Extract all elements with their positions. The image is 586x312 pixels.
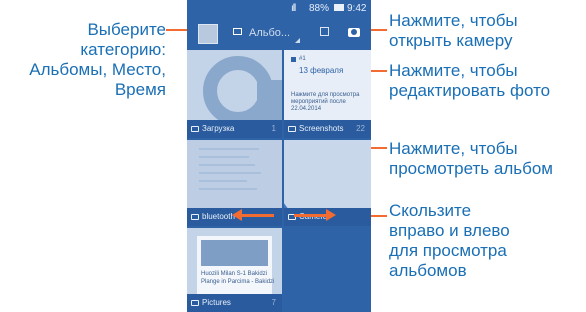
- card-note: мероприятий после 22.04.2014: [291, 99, 346, 112]
- callout-open-camera: Нажмите, чтобы открыть камеру: [389, 11, 584, 51]
- album-icon: [233, 28, 242, 35]
- callout-line: альбомов: [389, 261, 467, 280]
- callout-line: Время: [114, 80, 166, 99]
- signal-icon: ıll: [291, 3, 296, 14]
- camera-icon[interactable]: [348, 28, 360, 37]
- calendar-icon: [291, 57, 296, 62]
- album-count: 1: [271, 124, 276, 133]
- album-count: 7: [271, 298, 276, 307]
- callout-line: открыть камеру: [389, 31, 513, 50]
- folder-icon: [191, 300, 199, 306]
- swipe-arrow-right-shaft: [294, 214, 328, 217]
- card-date: 13 февраля: [299, 66, 344, 75]
- gallery-thumbnail-icon[interactable]: [198, 24, 218, 44]
- battery-percent: 88%: [309, 3, 330, 14]
- card-line: Plange in Parcima - Bakidzi: [201, 279, 275, 285]
- callout-line: Нажмите, чтобы: [389, 61, 518, 80]
- album-tile-label: Pictures 7: [187, 294, 282, 312]
- callout-edit-photo: Нажмите, чтобы редактировать фото: [389, 61, 584, 101]
- clock: 9:42: [347, 3, 367, 14]
- album-name: Screenshots: [299, 124, 344, 133]
- callout-select-category: Выберите категорию: Альбомы, Место, Врем…: [2, 20, 166, 100]
- callout-line: редактировать фото: [389, 81, 551, 100]
- pictures-card: Huozili Milan S-1 Bakidzi Plange in Parc…: [197, 236, 275, 294]
- callout-swipe: Скользите вправо и влево для просмотра а…: [389, 201, 584, 281]
- callout-line: категорию:: [80, 40, 166, 59]
- screenshot-card: #1 13 февраля Нажмите для просмотра меро…: [284, 50, 371, 120]
- album-tile-screenshots[interactable]: #1 13 февраля Нажмите для просмотра меро…: [284, 50, 371, 138]
- app-bar: Альбо...: [187, 16, 371, 50]
- album-preview-shape: [257, 80, 282, 120]
- callout-line: Нажмите, чтобы: [389, 139, 518, 158]
- callout-line: вправо и влево: [389, 221, 510, 240]
- status-bar: ıll 88% 9:42: [187, 0, 371, 16]
- album-tile-label: Загрузка 1: [187, 120, 282, 138]
- edit-icon[interactable]: [320, 27, 329, 36]
- album-name: bluetooth: [202, 212, 235, 221]
- callout-line: Альбомы, Место,: [29, 60, 166, 79]
- album-preview-image: [199, 148, 267, 196]
- callout-line: Выберите: [87, 20, 166, 39]
- album-tile-label: Screenshots 22: [284, 120, 371, 138]
- card-image: [201, 240, 268, 266]
- album-count: 22: [356, 124, 365, 133]
- category-dropdown[interactable]: Альбо...: [249, 27, 290, 39]
- callout-line: Скользите: [389, 201, 472, 220]
- callout-view-album: Нажмите, чтобы просмотреть альбом: [389, 139, 584, 179]
- arrow-right-icon: [326, 209, 336, 221]
- album-name: Pictures: [202, 298, 231, 307]
- folder-icon: [191, 214, 199, 220]
- album-tile-downloads[interactable]: Загрузка 1: [187, 50, 282, 138]
- swipe-arrow-left-shaft: [240, 214, 274, 217]
- folder-icon: [191, 126, 199, 132]
- callout-line: Нажмите, чтобы: [389, 11, 518, 30]
- callout-line: для просмотра: [389, 241, 507, 260]
- card-note: Нажмите для просмотра: [291, 92, 360, 98]
- album-name: Загрузка: [202, 124, 235, 133]
- card-number: #1: [299, 56, 306, 62]
- phone-screen: ıll 88% 9:42 Альбо... Загрузка 1 #1 13 ф…: [187, 0, 371, 312]
- arrow-left-icon: [232, 209, 242, 221]
- card-line: Huozili Milan S-1 Bakidzi: [201, 271, 268, 277]
- album-tile-pictures[interactable]: Huozili Milan S-1 Bakidzi Plange in Parc…: [187, 228, 282, 312]
- callout-line: просмотреть альбом: [389, 159, 553, 178]
- battery-icon: [334, 4, 344, 11]
- folder-icon: [288, 126, 296, 132]
- dropdown-arrow-icon: [295, 38, 300, 43]
